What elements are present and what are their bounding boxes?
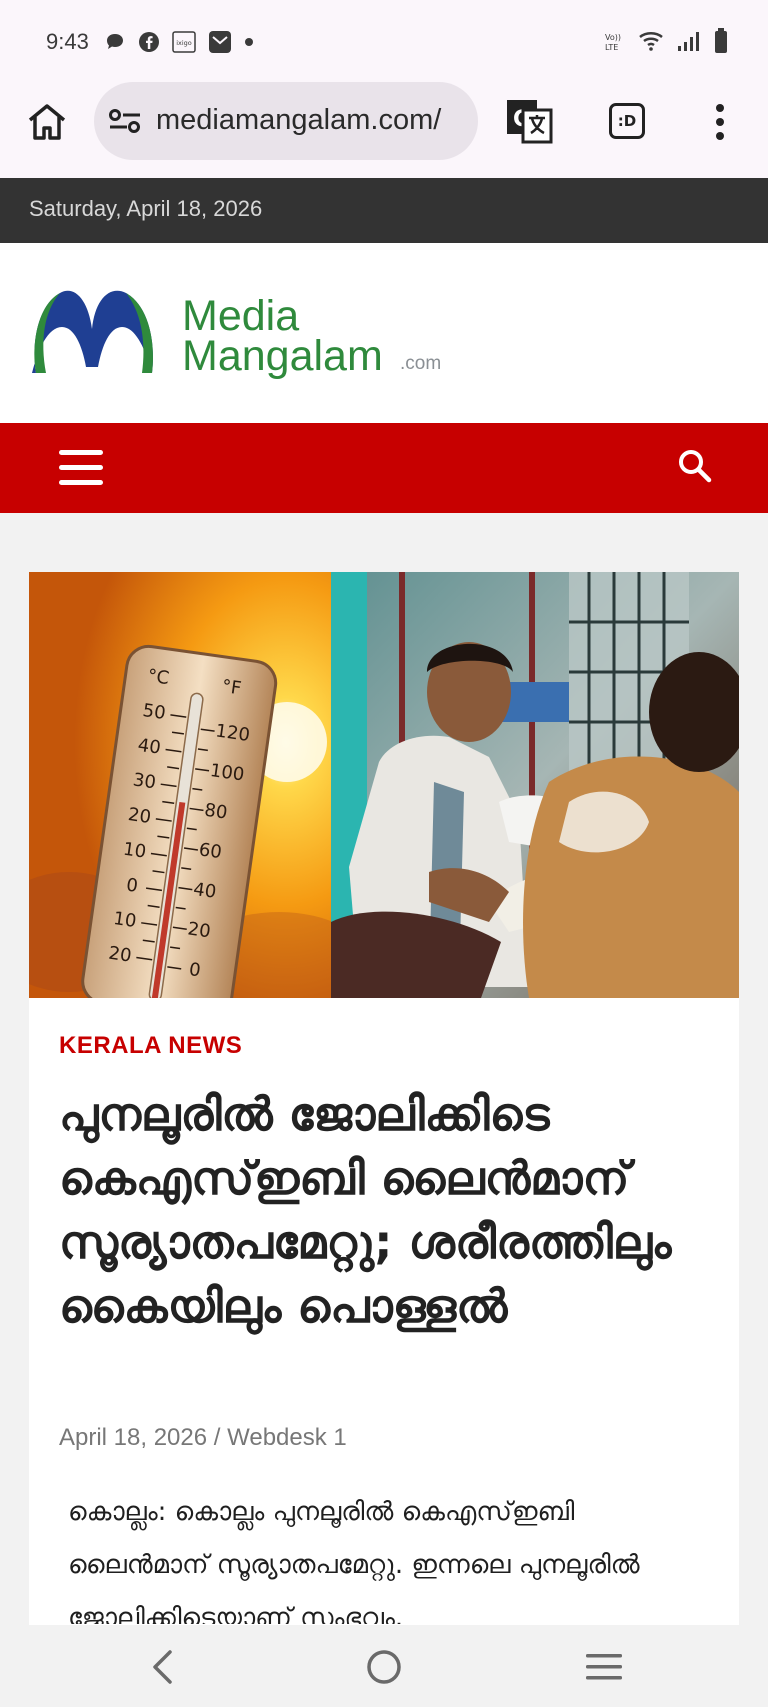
status-system-icons: Vo)) LTE bbox=[604, 28, 728, 54]
article-hero-image[interactable]: °C 50 40 30 20 10 0 10 20 °F 120 100 80 … bbox=[29, 572, 739, 998]
home-icon[interactable] bbox=[26, 102, 68, 142]
article-meta: April 18, 2026 / Webdesk 1 bbox=[59, 1424, 347, 1452]
svg-text:40: 40 bbox=[192, 879, 218, 903]
svg-text:°C: °C bbox=[146, 665, 170, 689]
search-icon[interactable] bbox=[678, 449, 712, 483]
svg-text:°F: °F bbox=[220, 676, 242, 699]
url-text[interactable]: mediamangalam.com/ bbox=[156, 104, 462, 137]
tune-icon[interactable] bbox=[108, 107, 142, 135]
hamburger-icon[interactable] bbox=[59, 448, 103, 488]
back-chevron-icon[interactable] bbox=[150, 1650, 174, 1684]
tab-switcher-label: :D bbox=[617, 112, 637, 130]
svg-text:10: 10 bbox=[112, 908, 138, 932]
svg-text:80: 80 bbox=[203, 800, 229, 824]
volte-icon: Vo)) LTE bbox=[605, 33, 621, 52]
chat-bubble-icon bbox=[107, 34, 123, 49]
svg-text:20: 20 bbox=[186, 918, 212, 942]
svg-text:60: 60 bbox=[197, 839, 223, 863]
svg-text:20: 20 bbox=[107, 943, 133, 967]
svg-text:10: 10 bbox=[122, 839, 148, 863]
logo-text-mangalam: Mangalam bbox=[182, 332, 383, 380]
svg-text:Vo)): Vo)) bbox=[605, 33, 621, 42]
status-notification-icons: ixigo bbox=[104, 30, 254, 54]
home-circle-icon[interactable] bbox=[366, 1649, 402, 1685]
svg-text:40: 40 bbox=[136, 735, 162, 759]
svg-text:ixigo: ixigo bbox=[176, 39, 192, 47]
signal-icon bbox=[678, 32, 699, 51]
logo-text-suffix: .com bbox=[400, 353, 442, 374]
svg-text:20: 20 bbox=[127, 804, 153, 828]
svg-text:50: 50 bbox=[141, 700, 167, 724]
ixigo-icon: ixigo bbox=[172, 31, 196, 53]
article-date[interactable]: April 18, 2026 bbox=[59, 1424, 207, 1451]
svg-text:LTE: LTE bbox=[605, 43, 618, 52]
current-date: Saturday, April 18, 2026 bbox=[29, 196, 263, 221]
article-headline[interactable]: പുനലൂരിൽ ജോലിക്കിടെ കെഎസ്ഇബി ലൈൻമാന് സൂര… bbox=[59, 1082, 719, 1338]
mediamangalam-logo-icon[interactable] bbox=[30, 285, 162, 377]
battery-icon bbox=[715, 28, 727, 53]
article-category[interactable]: KERALA NEWS bbox=[59, 1032, 242, 1060]
meta-separator: / bbox=[213, 1424, 221, 1451]
article-author[interactable]: Webdesk 1 bbox=[227, 1424, 347, 1451]
recents-icon[interactable] bbox=[586, 1652, 622, 1682]
facebook-icon bbox=[139, 32, 159, 52]
more-vert-icon[interactable] bbox=[712, 103, 728, 141]
status-time: 9:43 bbox=[46, 29, 89, 54]
main-nav-bar bbox=[0, 423, 768, 513]
dot-icon bbox=[245, 38, 253, 46]
article-body: കൊല്ലം: കൊല്ലം പുനലൂരിൽ കെഎസ്ഇബി ലൈൻമാന്… bbox=[68, 1497, 640, 1624]
tab-switcher-icon[interactable]: :D bbox=[609, 103, 645, 139]
translate-icon[interactable]: G bbox=[505, 98, 553, 146]
wifi-icon bbox=[639, 32, 663, 51]
svg-text:30: 30 bbox=[132, 769, 158, 793]
mail-icon bbox=[209, 31, 231, 53]
